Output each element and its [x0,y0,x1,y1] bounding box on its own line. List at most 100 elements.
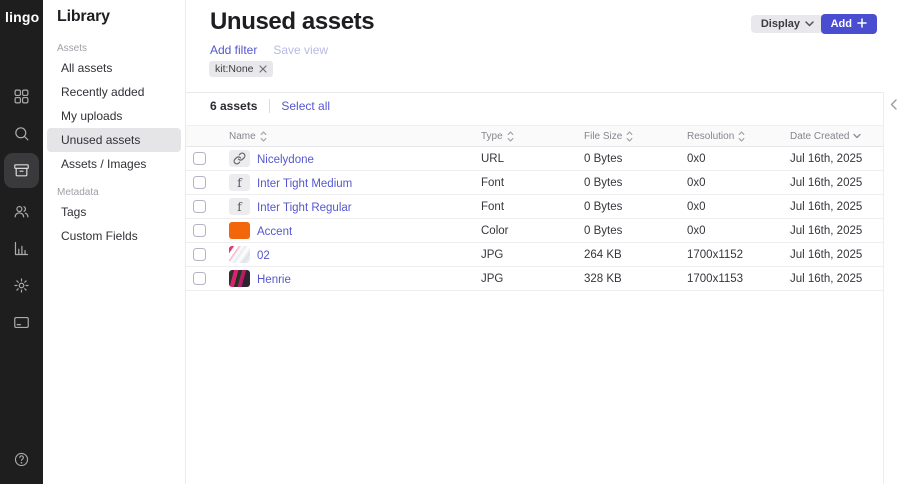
plus-icon [857,17,867,31]
asset-resolution: 1700x1153 [687,272,744,285]
sidebar-item-custom-fields[interactable]: Custom Fields [47,224,181,248]
sidebar-item-assets-images[interactable]: Assets / Images [47,152,181,176]
asset-date-created: Jul 16th, 2025 [790,224,863,237]
table-row: Accent Color 0 Bytes 0x0 Jul 16th, 2025 [186,219,883,243]
asset-date-created: Jul 16th, 2025 [790,248,863,261]
collapse-panel-icon[interactable] [888,98,898,110]
column-label: File Size [584,130,623,142]
sort-toggle-icon [738,130,745,142]
sidebar-item-recently-added[interactable]: Recently added [47,80,181,104]
column-label: Date Created [790,130,850,142]
billing-card-icon[interactable] [13,314,30,331]
add-filter-link[interactable]: Add filter [210,43,257,57]
asset-date-created: Jul 16th, 2025 [790,176,863,189]
column-label: Resolution [687,130,735,142]
asset-type: Font [481,200,505,213]
sidebar-section-metadata: Metadata Tags Custom Fields [43,186,185,248]
sort-desc-icon [853,133,862,139]
asset-date-created: Jul 16th, 2025 [790,200,863,213]
sort-toggle-icon [260,130,267,142]
table-row: Henrie JPG 328 KB 1700x1153 Jul 16th, 2025 [186,267,883,291]
select-all-link[interactable]: Select all [281,99,330,113]
row-checkbox[interactable] [193,272,206,285]
column-header-file-size[interactable]: File Size [584,131,687,142]
table-body: Nicelydone URL 0 Bytes 0x0 Jul 16th, 2025 f In… [186,147,883,291]
sidebar-title: Library [57,8,110,25]
asset-file-size: 0 Bytes [584,224,623,237]
section-label: Metadata [57,187,99,198]
asset-name-link[interactable]: Inter Tight Medium [257,178,352,190]
asset-name-link[interactable]: 02 [257,250,270,262]
chevron-down-icon [805,18,814,30]
sidebar-item-all-assets[interactable]: All assets [47,56,181,80]
row-checkbox[interactable] [193,200,206,213]
image-thumbnail [229,246,250,263]
page-title: Unused assets [210,8,375,35]
column-header-date-created[interactable]: Date Created [790,131,883,142]
settings-gear-icon[interactable] [13,277,30,294]
column-header-resolution[interactable]: Resolution [687,131,790,142]
save-view-link[interactable]: Save view [273,43,328,57]
help-icon[interactable] [13,451,30,468]
asset-type: JPG [481,272,504,285]
asset-resolution: 0x0 [687,224,706,237]
app-rail: lingo [0,0,43,484]
row-checkbox[interactable] [193,176,206,189]
asset-type: Font [481,176,505,189]
row-checkbox[interactable] [193,152,206,165]
main-content: Unused assets Display Add Add filter Sav… [186,0,900,484]
table-row: f Inter Tight Regular Font 0 Bytes 0x0 Jul 16… [186,195,883,219]
filter-links: Add filter Save view [210,43,328,57]
font-icon: f [229,198,250,215]
asset-name-link[interactable]: Accent [257,226,292,238]
asset-file-size: 264 KB [584,248,622,261]
row-checkbox[interactable] [193,248,206,261]
asset-type: URL [481,152,505,165]
sort-toggle-icon [626,130,633,142]
font-icon: f [229,174,250,191]
asset-name-link[interactable]: Inter Tight Regular [257,202,352,214]
table-header-row: Name Type File Size Resolution Date Created [186,125,883,147]
column-label: Name [229,130,256,142]
color-swatch [229,222,250,239]
sidebar-item-my-uploads[interactable]: My uploads [47,104,181,128]
sort-toggle-icon [507,130,514,142]
search-icon[interactable] [13,125,30,142]
chip-remove-icon[interactable] [258,65,267,73]
display-button[interactable]: Display [750,15,824,33]
add-button[interactable]: Add [820,14,877,34]
library-sidebar: Library Assets All assets Recently added My… [43,0,186,484]
asset-type: Color [481,224,509,237]
filter-chip[interactable]: kit:None [209,61,273,77]
assets-archive-icon[interactable] [4,153,39,188]
asset-file-size: 0 Bytes [584,152,623,165]
sidebar-item-unused-assets[interactable]: Unused assets [47,128,181,152]
members-icon[interactable] [13,203,30,220]
image-thumbnail [229,270,250,287]
row-checkbox[interactable] [193,224,206,237]
link-icon [229,150,250,167]
sidebar-sections: Assets All assets Recently added My uploads… [43,42,185,248]
section-label: Assets [57,43,88,54]
asset-name-link[interactable]: Nicelydone [257,154,314,166]
display-button-label: Display [760,18,800,30]
asset-type: JPG [481,248,504,261]
insights-chart-icon[interactable] [13,240,30,257]
asset-resolution: 0x0 [687,200,706,213]
asset-file-size: 328 KB [584,272,622,285]
apps-grid-icon[interactable] [13,88,30,105]
assets-table: Name Type File Size Resolution Date Created … [186,125,883,291]
toolbar-separator [269,99,271,113]
asset-date-created: Jul 16th, 2025 [790,272,863,285]
table-row: 02 JPG 264 KB 1700x1152 Jul 16th, 2025 [186,243,883,267]
asset-name-link[interactable]: Henrie [257,274,291,286]
selection-toolbar: 6 assets Select all [210,99,330,113]
asset-resolution: 1700x1152 [687,248,744,261]
column-header-type[interactable]: Type [481,131,584,142]
header-divider [186,92,900,93]
right-panel-strip [883,92,900,484]
column-header-name[interactable]: Name [229,131,481,142]
asset-resolution: 0x0 [687,152,706,165]
sidebar-item-tags[interactable]: Tags [47,200,181,224]
asset-file-size: 0 Bytes [584,200,623,213]
